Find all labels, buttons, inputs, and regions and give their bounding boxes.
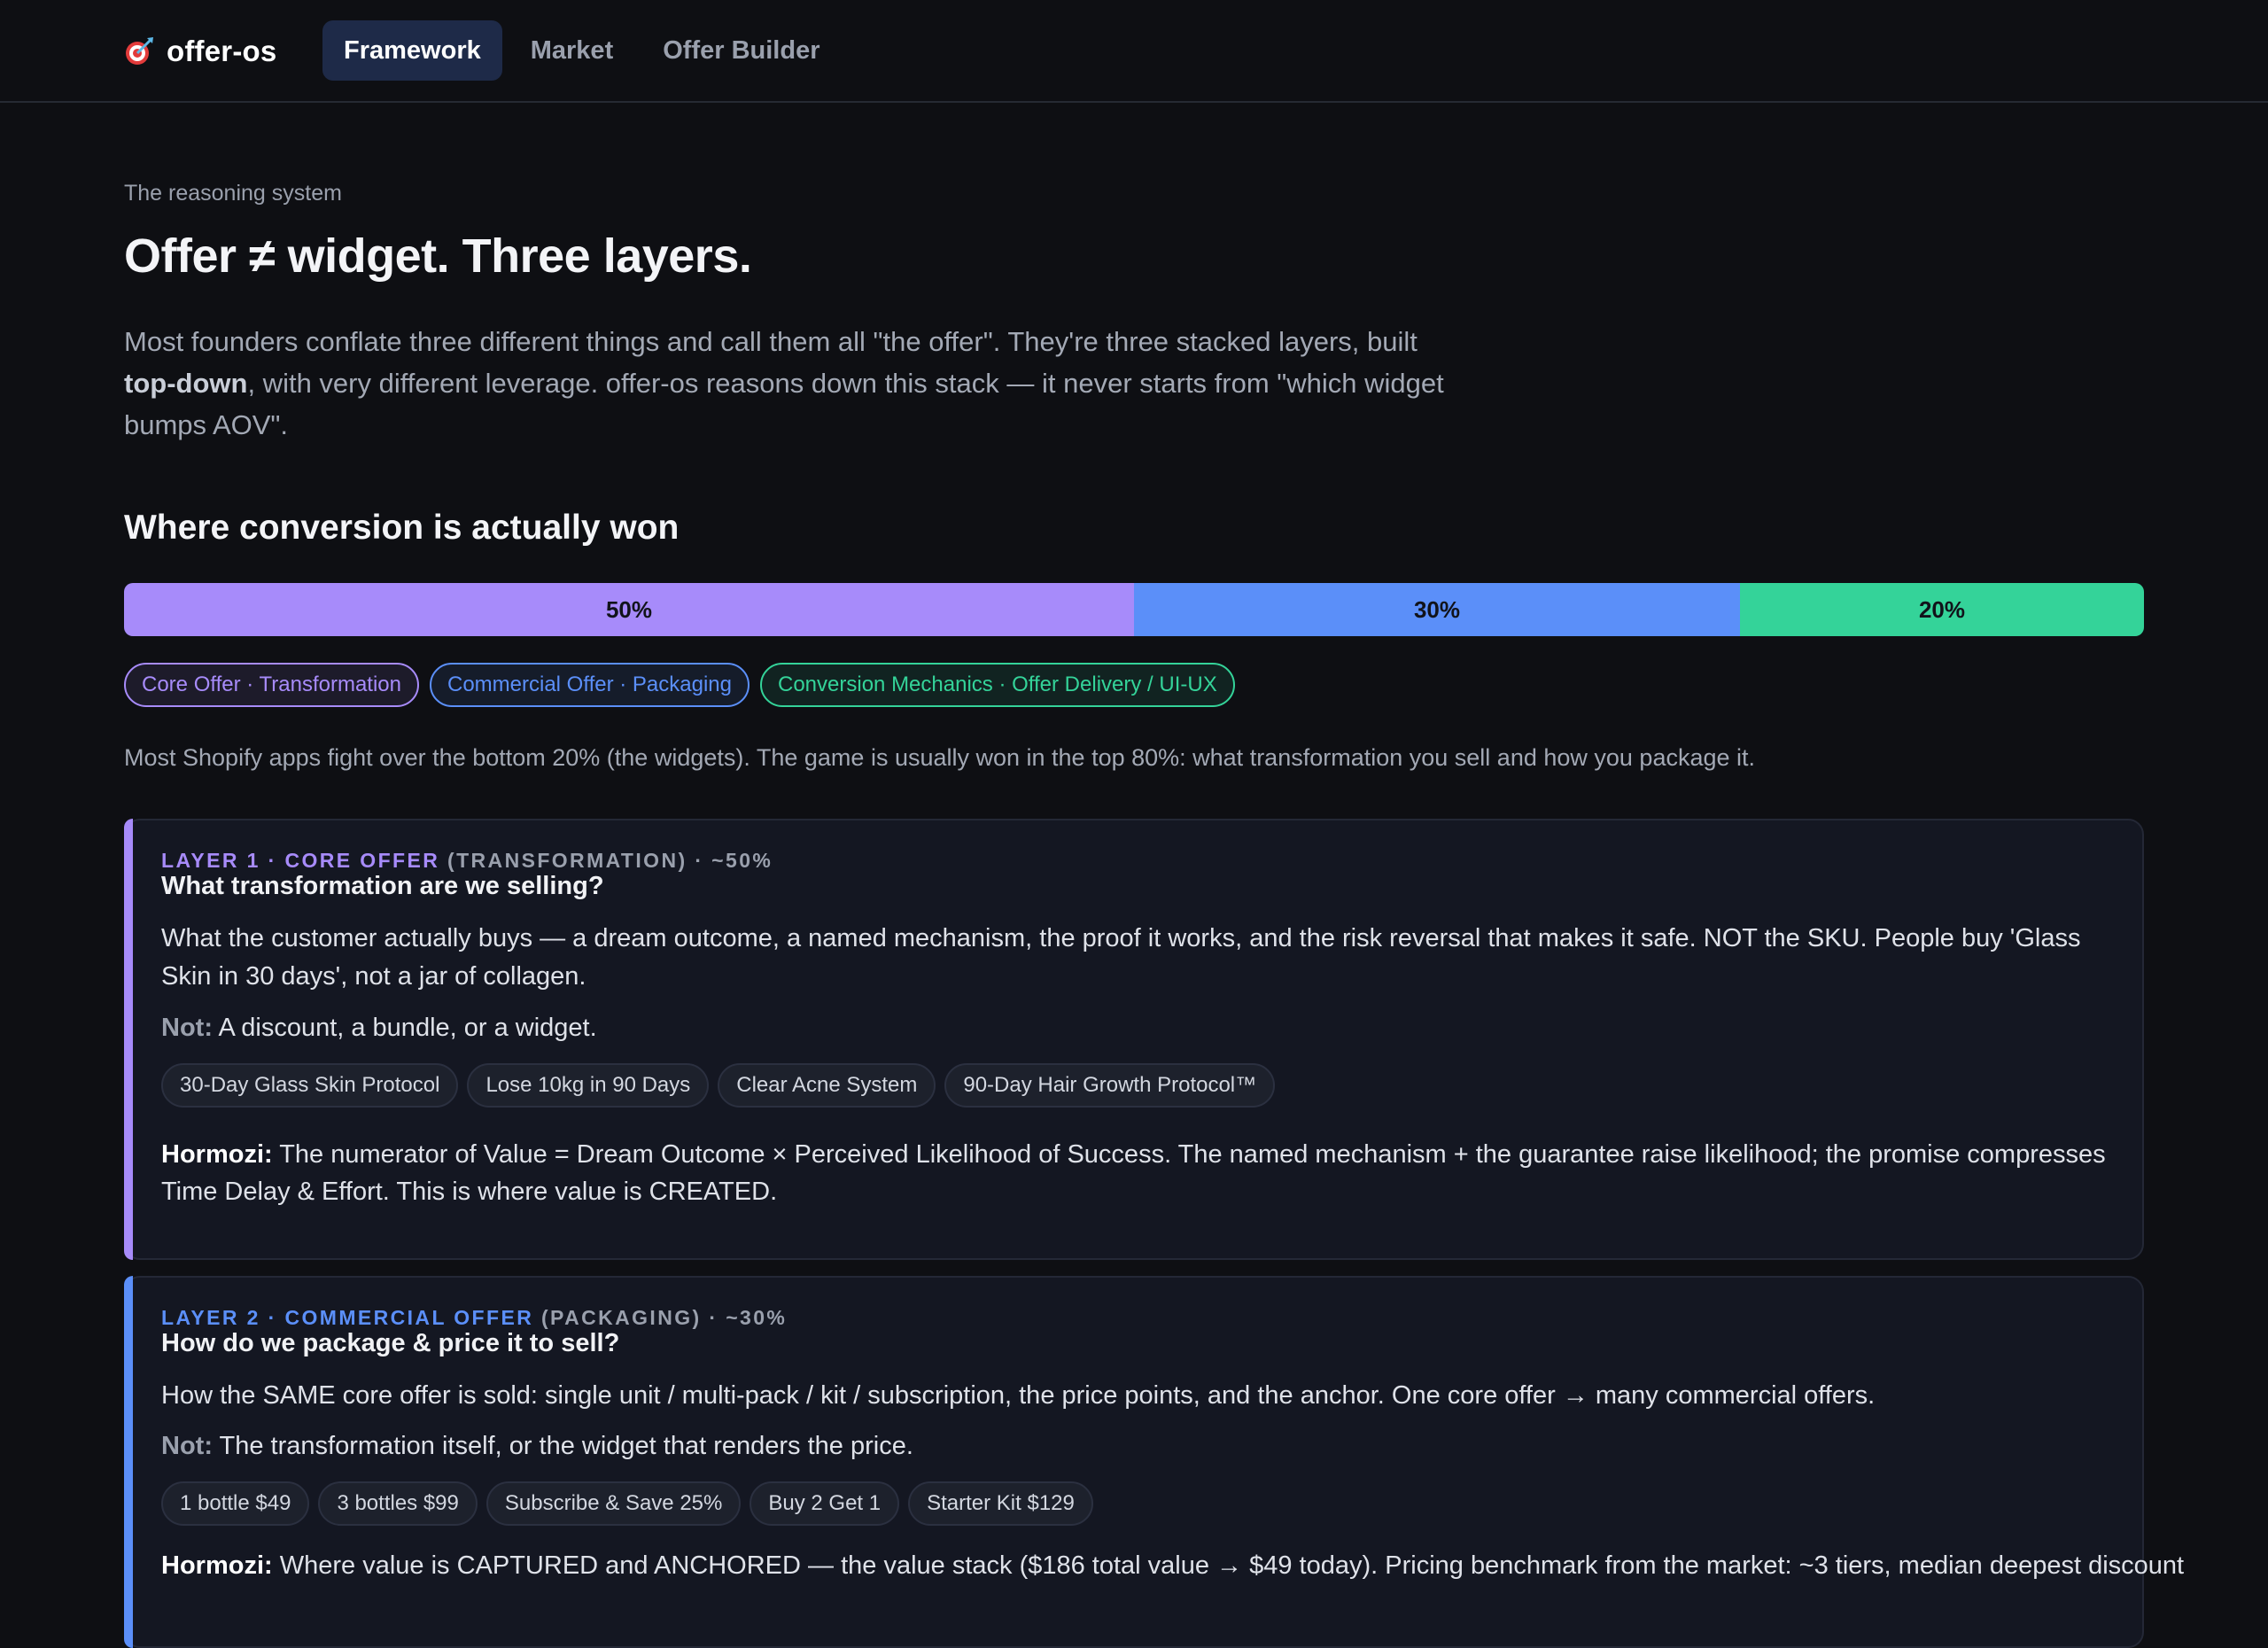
- layer-card-core-offer: LAYER 1 · CORE OFFER (TRANSFORMATION) · …: [124, 819, 2144, 1260]
- example-chip: Lose 10kg in 90 Days: [467, 1063, 710, 1108]
- hormozi-label: Hormozi:: [161, 1140, 273, 1169]
- conversion-note: Most Shopify apps fight over the bottom …: [124, 744, 1756, 771]
- example-chip: 3 bottles $99: [318, 1481, 478, 1526]
- example-chip: Buy 2 Get 1: [750, 1481, 900, 1526]
- layer-eyebrow-rest: (TRANSFORMATION) · ~50%: [439, 849, 773, 872]
- intro-emphasis: top-down: [124, 368, 248, 399]
- hormozi-label: Hormozi:: [161, 1551, 273, 1580]
- hormozi-note: Hormozi: The numerator of Value = Dream …: [161, 1136, 2110, 1210]
- brand[interactable]: offer-os: [124, 32, 276, 71]
- layer-eyebrow-highlight: LAYER 2 · COMMERCIAL OFFER: [161, 1306, 534, 1329]
- example-chips: 30-Day Glass Skin Protocol Lose 10kg in …: [161, 1063, 1284, 1108]
- page-intro: Most founders conflate three different t…: [124, 321, 1471, 446]
- legend-core-offer: Core Offer · Transformation: [124, 663, 419, 707]
- app-name: offer-os: [167, 35, 277, 67]
- page-eyebrow: The reasoning system: [124, 181, 342, 206]
- example-chips: 1 bottle $49 3 bottles $99 Subscribe & S…: [161, 1481, 1102, 1526]
- section-title-conversion: Where conversion is actually won: [124, 509, 680, 547]
- conversion-legend: Core Offer · Transformation Commercial O…: [124, 663, 1246, 707]
- layer-eyebrow: LAYER 2 · COMMERCIAL OFFER (PACKAGING) ·…: [161, 1306, 787, 1330]
- layer-question: What transformation are we selling?: [161, 872, 604, 900]
- target-icon: [126, 37, 153, 65]
- layer-description: How the SAME core offer is sold: single …: [161, 1381, 1876, 1410]
- conversion-stacked-bar: 50% 30% 20%: [124, 583, 2144, 636]
- bar-segment-conversion-mechanics: 20%: [1740, 583, 2144, 636]
- not-label: Not:: [161, 1014, 213, 1042]
- example-chip: 30-Day Glass Skin Protocol: [161, 1063, 459, 1108]
- layer-description: What the customer actually buys — a drea…: [161, 924, 2081, 991]
- hormozi-note: Hormozi: Where value is CAPTURED and ANC…: [161, 1547, 2184, 1584]
- intro-text-2: , with very different leverage. offer-os…: [124, 368, 1444, 440]
- hormozi-text: The numerator of Value = Dream Outcome ×…: [161, 1140, 2106, 1206]
- example-chip: Clear Acne System: [718, 1063, 936, 1108]
- top-nav-bar: offer-os Framework Market Offer Builder: [0, 0, 2268, 103]
- hormozi-text: Where value is CAPTURED and ANCHORED — t…: [272, 1551, 2185, 1580]
- not-label: Not:: [161, 1432, 213, 1460]
- tab-offer-builder[interactable]: Offer Builder: [641, 20, 841, 81]
- not-text: A discount, a bundle, or a widget.: [212, 1014, 597, 1042]
- tab-framework[interactable]: Framework: [322, 20, 502, 81]
- bar-segment-commercial-offer: 30%: [1134, 583, 1740, 636]
- page-title: Offer ≠ widget. Three layers.: [124, 229, 752, 283]
- example-chip: Subscribe & Save 25%: [485, 1481, 742, 1526]
- intro-text-1: Most founders conflate three different t…: [124, 326, 1418, 357]
- tab-market[interactable]: Market: [509, 20, 635, 81]
- main-nav: Framework Market Offer Builder: [322, 20, 848, 81]
- layer-not: Not: The transformation itself, or the w…: [161, 1432, 913, 1461]
- bar-segment-core-offer: 50%: [124, 583, 1134, 636]
- legend-commercial-offer: Commercial Offer · Packaging: [430, 663, 750, 707]
- example-chip: Starter Kit $129: [908, 1481, 1093, 1526]
- legend-conversion-mechanics: Conversion Mechanics · Offer Delivery / …: [760, 663, 1235, 707]
- not-text: The transformation itself, or the widget…: [212, 1432, 913, 1460]
- example-chip: 1 bottle $49: [161, 1481, 310, 1526]
- layer-card-commercial-offer: LAYER 2 · COMMERCIAL OFFER (PACKAGING) ·…: [124, 1276, 2184, 1648]
- layer-question: How do we package & price it to sell?: [161, 1329, 620, 1357]
- layer-not: Not: A discount, a bundle, or a widget.: [161, 1014, 597, 1043]
- layer-eyebrow: LAYER 1 · CORE OFFER (TRANSFORMATION) · …: [161, 849, 773, 873]
- layer-eyebrow-highlight: LAYER 1 · CORE OFFER: [161, 849, 440, 872]
- layer-eyebrow-rest: (PACKAGING) · ~30%: [533, 1306, 788, 1329]
- example-chip: 90-Day Hair Growth Protocol™: [944, 1063, 1276, 1108]
